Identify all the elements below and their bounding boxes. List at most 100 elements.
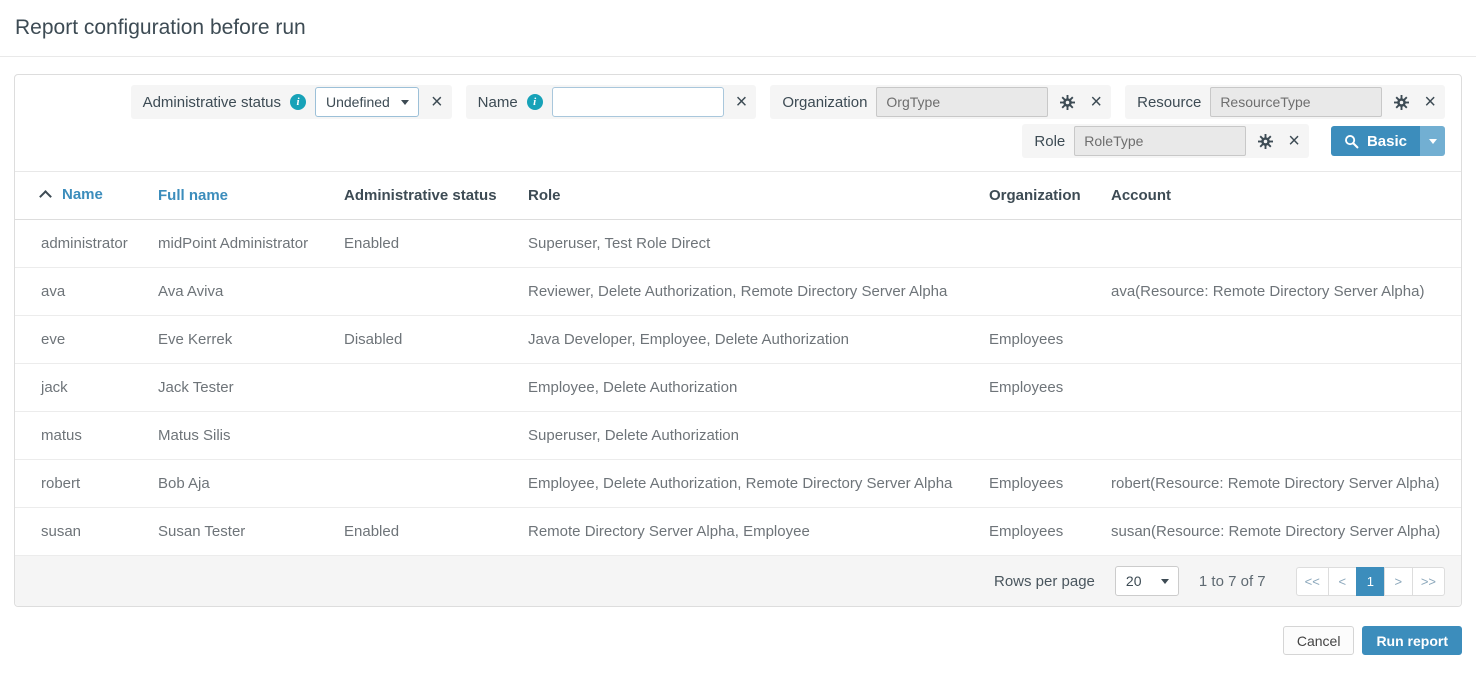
search-mode-dropdown-button[interactable] xyxy=(1420,126,1445,156)
filter-label: Name xyxy=(478,94,518,111)
organization-type-input[interactable] xyxy=(876,87,1048,117)
pagination-prev-button[interactable]: < xyxy=(1328,567,1357,596)
gear-icon xyxy=(1060,95,1075,110)
dialog-header: Report configuration before run xyxy=(0,0,1476,57)
close-icon: × xyxy=(431,92,443,112)
report-config-panel: Administrative status i Undefined × Name… xyxy=(14,74,1462,607)
column-header-name[interactable]: Name xyxy=(15,172,158,220)
remove-filter-button[interactable]: × xyxy=(428,92,446,112)
filter-label: Role xyxy=(1034,133,1065,150)
cell-name: administrator xyxy=(15,220,158,268)
cell-admin-status: Disabled xyxy=(344,316,528,364)
info-icon[interactable]: i xyxy=(527,94,543,110)
filter-role: Role × xyxy=(1022,124,1309,158)
role-type-input[interactable] xyxy=(1074,126,1246,156)
search-basic-button[interactable]: Basic xyxy=(1331,126,1420,156)
table-header: Name Full name Administrative status Rol… xyxy=(15,172,1461,220)
table-row: susanSusan TesterEnabledRemote Directory… xyxy=(15,508,1461,556)
table-body: administratormidPoint AdministratorEnabl… xyxy=(15,220,1461,556)
pagination-first-button[interactable]: << xyxy=(1296,567,1329,596)
pagination-last-button[interactable]: >> xyxy=(1412,567,1445,596)
status-select-wrap: Undefined xyxy=(315,87,419,117)
sort-link[interactable]: Name xyxy=(41,186,103,203)
table-footer: Rows per page 20 1 to 7 of 7 << < 1 > >> xyxy=(15,555,1461,606)
remove-filter-button[interactable]: × xyxy=(1285,131,1303,151)
filter-label: Administrative status xyxy=(143,94,281,111)
search-filter-bar: Administrative status i Undefined × Name… xyxy=(15,75,1461,171)
pagination-page-1-button[interactable]: 1 xyxy=(1356,567,1385,596)
cell-account xyxy=(1111,412,1461,460)
users-table: Name Full name Administrative status Rol… xyxy=(15,171,1461,555)
filter-settings-button[interactable] xyxy=(1057,95,1078,110)
cell-organization xyxy=(989,268,1111,316)
column-header-role: Role xyxy=(528,172,989,220)
cell-organization xyxy=(989,412,1111,460)
filter-administrative-status: Administrative status i Undefined × xyxy=(131,85,452,119)
cell-organization xyxy=(989,220,1111,268)
cell-admin-status xyxy=(344,412,528,460)
gear-icon xyxy=(1394,95,1409,110)
name-filter-input[interactable] xyxy=(552,87,724,117)
filter-name: Name i × xyxy=(466,85,757,119)
cell-organization: Employees xyxy=(989,364,1111,412)
remove-filter-button[interactable]: × xyxy=(1421,92,1439,112)
administrative-status-select[interactable]: Undefined xyxy=(315,87,419,117)
filter-settings-button[interactable] xyxy=(1391,95,1412,110)
chevron-down-icon xyxy=(1429,139,1437,144)
cell-full-name: midPoint Administrator xyxy=(158,220,344,268)
rows-per-page-wrap: 20 xyxy=(1115,566,1179,596)
row-range-label: 1 to 7 of 7 xyxy=(1199,573,1266,590)
filter-row-1: Administrative status i Undefined × Name… xyxy=(31,85,1445,119)
close-icon: × xyxy=(1424,92,1436,112)
cell-admin-status: Enabled xyxy=(344,508,528,556)
cell-admin-status: Enabled xyxy=(344,220,528,268)
sort-link[interactable]: Full name xyxy=(158,187,228,204)
filter-row-2: Role × xyxy=(31,124,1445,158)
cell-admin-status xyxy=(344,460,528,508)
cell-role: Superuser, Test Role Direct xyxy=(528,220,989,268)
remove-filter-button[interactable]: × xyxy=(1087,92,1105,112)
table-row: matusMatus SilisSuperuser, Delete Author… xyxy=(15,412,1461,460)
rows-per-page-select[interactable]: 20 xyxy=(1115,566,1179,596)
cell-name: eve xyxy=(15,316,158,364)
cell-full-name: Bob Aja xyxy=(158,460,344,508)
close-icon: × xyxy=(736,92,748,112)
remove-filter-button[interactable]: × xyxy=(733,92,751,112)
cell-organization: Employees xyxy=(989,316,1111,364)
search-icon xyxy=(1344,134,1359,149)
cell-full-name: Jack Tester xyxy=(158,364,344,412)
filter-resource: Resource × xyxy=(1125,85,1445,119)
cell-name: jack xyxy=(15,364,158,412)
close-icon: × xyxy=(1288,131,1300,151)
dialog-actions: Cancel Run report xyxy=(14,626,1462,655)
cell-admin-status xyxy=(344,364,528,412)
run-report-button[interactable]: Run report xyxy=(1362,626,1462,655)
pagination: << < 1 > >> xyxy=(1296,567,1445,596)
cell-name: matus xyxy=(15,412,158,460)
cell-organization: Employees xyxy=(989,460,1111,508)
pagination-next-button[interactable]: > xyxy=(1384,567,1413,596)
table-row: jackJack Tester Employee, Delete Authoriz… xyxy=(15,364,1461,412)
cell-account: ava(Resource: Remote Directory Server Al… xyxy=(1111,268,1461,316)
cell-account: susan(Resource: Remote Directory Server … xyxy=(1111,508,1461,556)
info-icon[interactable]: i xyxy=(290,94,306,110)
resource-type-input[interactable] xyxy=(1210,87,1382,117)
close-icon: × xyxy=(1090,92,1102,112)
table-row: eveEve KerrekDisabledJava Developer, Emp… xyxy=(15,316,1461,364)
cell-name: robert xyxy=(15,460,158,508)
cell-full-name: Matus Silis xyxy=(158,412,344,460)
cell-account: robert(Resource: Remote Directory Server… xyxy=(1111,460,1461,508)
column-header-full-name[interactable]: Full name xyxy=(158,172,344,220)
table-row: avaAva AvivaReviewer, Delete Authorizati… xyxy=(15,268,1461,316)
cancel-button[interactable]: Cancel xyxy=(1283,626,1355,655)
rows-per-page-label: Rows per page xyxy=(994,573,1095,590)
page-title: Report configuration before run xyxy=(15,16,306,40)
cell-role: Employee, Delete Authorization xyxy=(528,364,989,412)
sort-asc-icon xyxy=(39,190,52,203)
cell-name: ava xyxy=(15,268,158,316)
cell-full-name: Susan Tester xyxy=(158,508,344,556)
filter-settings-button[interactable] xyxy=(1255,134,1276,149)
column-header-administrative-status: Administrative status xyxy=(344,172,528,220)
search-button-label: Basic xyxy=(1367,133,1407,150)
cell-account xyxy=(1111,316,1461,364)
